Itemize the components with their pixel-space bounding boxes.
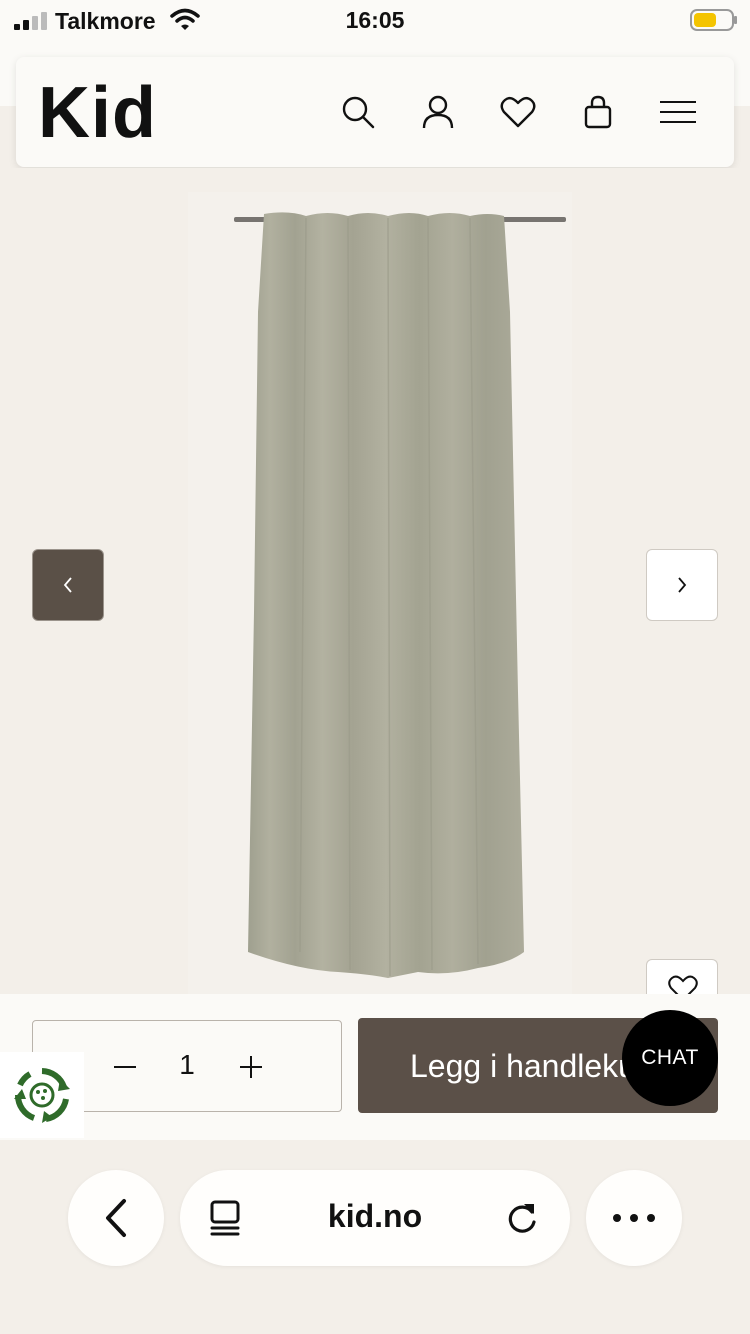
favorite-button[interactable] xyxy=(646,959,718,995)
minus-icon xyxy=(114,1066,136,1068)
browser-toolbar: kid.no xyxy=(0,1140,750,1334)
chevron-right-icon xyxy=(678,577,687,593)
chat-button[interactable]: CHAT xyxy=(622,1010,718,1106)
account-icon[interactable] xyxy=(418,92,458,132)
recycle-badge-icon[interactable] xyxy=(0,1052,84,1138)
browser-back-button[interactable] xyxy=(68,1170,164,1266)
chevron-left-icon xyxy=(63,577,72,593)
battery-icon xyxy=(690,9,737,31)
increase-quantity-button[interactable] xyxy=(231,1043,271,1091)
address-bar[interactable]: kid.no xyxy=(180,1170,570,1266)
search-icon[interactable] xyxy=(338,92,378,132)
next-image-button[interactable] xyxy=(646,549,718,621)
site-header: Kid xyxy=(16,57,734,167)
plus-icon xyxy=(240,1056,262,1078)
back-icon xyxy=(106,1199,126,1237)
clock: 16:05 xyxy=(345,7,405,33)
heart-icon xyxy=(668,975,698,995)
wishlist-icon[interactable] xyxy=(498,92,538,132)
reload-icon[interactable] xyxy=(504,1200,540,1236)
decrease-quantity-button[interactable] xyxy=(105,1043,145,1091)
previous-image-button[interactable] xyxy=(32,549,104,621)
status-bar: Talkmore 16:05 xyxy=(0,0,750,42)
product-gallery xyxy=(0,168,750,995)
menu-icon[interactable] xyxy=(658,92,698,132)
cart-icon[interactable] xyxy=(578,92,618,132)
more-icon xyxy=(613,1214,655,1222)
browser-more-button[interactable] xyxy=(586,1170,682,1266)
quantity-value[interactable]: 1 xyxy=(167,1049,207,1081)
kid-logo[interactable]: Kid xyxy=(38,73,157,153)
curtain-image[interactable] xyxy=(188,192,572,994)
